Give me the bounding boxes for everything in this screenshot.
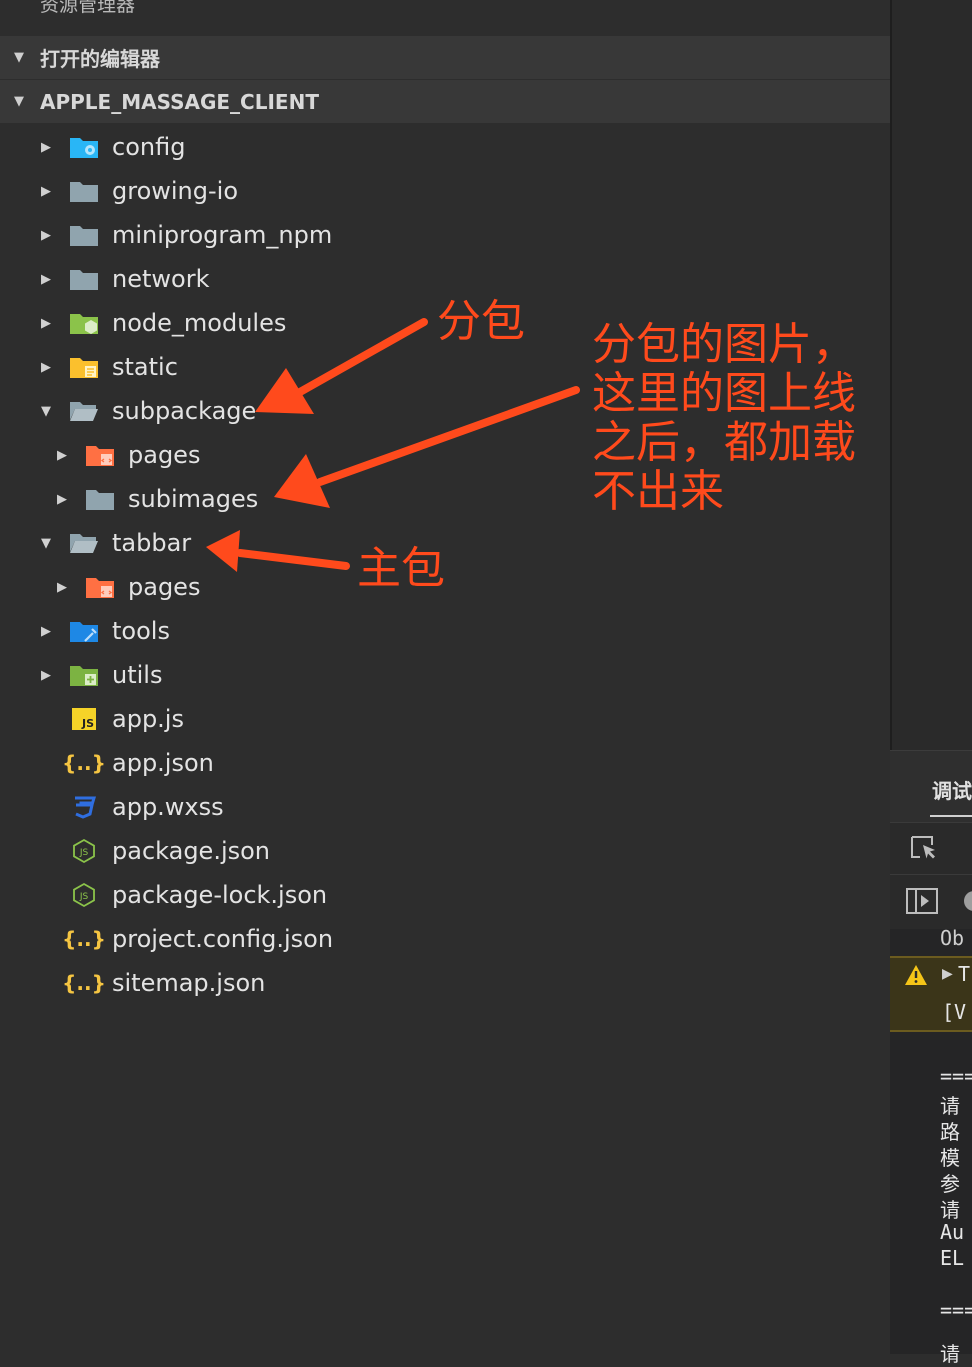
annotation-subimages-line: 不出来: [592, 466, 724, 517]
annotation-arrows: [206, 318, 580, 572]
arrow-to-subpackage: [255, 318, 428, 414]
annotation-main-package: 主包: [357, 543, 445, 594]
annotation-subimages-line: 之后，都加载: [592, 417, 856, 468]
annotation-subimages-line: 分包的图片，: [592, 319, 856, 370]
annotation-subimages-line: 这里的图上线: [592, 368, 856, 419]
annotation-subpackage: 分包: [437, 296, 525, 347]
arrow-to-tabbar: [206, 530, 350, 572]
arrow-to-subimages: [274, 386, 580, 508]
